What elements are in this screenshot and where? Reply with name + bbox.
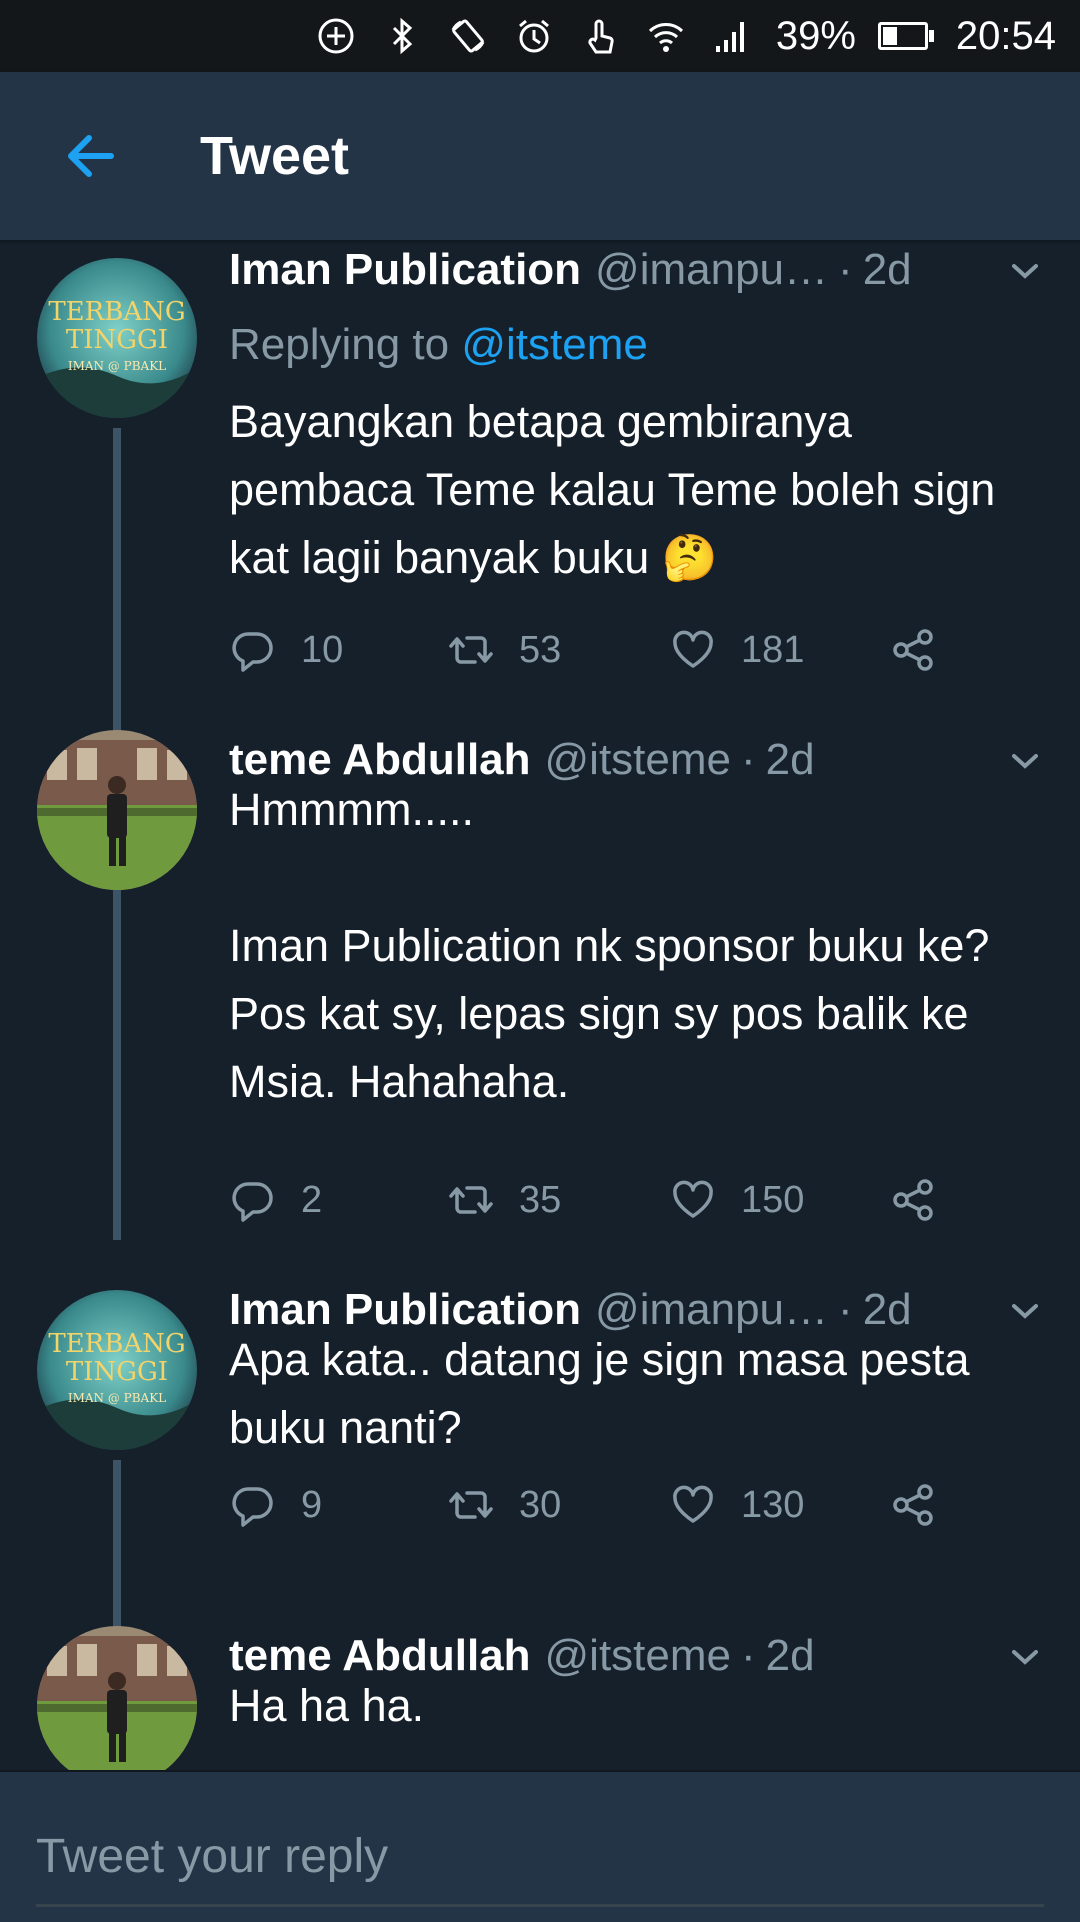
reply-icon xyxy=(232,1487,273,1527)
tweet-text: Ha ha ha. xyxy=(229,1680,425,1731)
reply-icon xyxy=(232,1182,273,1222)
like-button[interactable]: 150 xyxy=(669,1176,804,1224)
tweet-header: Iman Publication @imanpu… · 2d xyxy=(229,240,1020,300)
like-count: 181 xyxy=(741,628,805,671)
reply-button[interactable]: 9 xyxy=(229,1481,322,1529)
tweet-menu-button[interactable] xyxy=(1000,246,1050,296)
share-button[interactable] xyxy=(889,1481,937,1529)
like-button[interactable]: 130 xyxy=(669,1481,804,1529)
bluetooth-icon xyxy=(380,14,424,58)
retweet-button[interactable]: 30 xyxy=(447,1481,561,1529)
share-button[interactable] xyxy=(889,1176,937,1224)
rotate-icon xyxy=(446,14,490,58)
status-bar: 39% 20:54 xyxy=(0,0,1080,72)
share-icon xyxy=(893,629,933,671)
thread-connector xyxy=(113,428,121,976)
svg-text:IMAN @ PBAKL: IMAN @ PBAKL xyxy=(68,359,166,373)
tweet-actions: 9 30 130 xyxy=(229,1470,989,1540)
retweet-icon xyxy=(449,1491,493,1519)
tweet-text: Hmmmm..... Iman Publication nk sponsor b… xyxy=(229,784,990,1107)
reply-icon xyxy=(232,632,273,672)
touch-icon xyxy=(578,14,622,58)
svg-text:TINGGI: TINGGI xyxy=(66,325,168,355)
retweet-icon xyxy=(449,636,493,664)
svg-text:TERBANG: TERBANG xyxy=(48,297,185,327)
alarm-icon xyxy=(512,14,556,58)
author-handle[interactable]: @imanpu… xyxy=(595,245,828,295)
heart-icon xyxy=(673,630,713,668)
replying-label: Replying to xyxy=(229,320,462,369)
reply-count: 2 xyxy=(301,1178,323,1221)
chevron-down-icon xyxy=(1012,1650,1038,1665)
avatar-iman-publication[interactable]: TERBANG TINGGI IMAN @ PBAKL xyxy=(37,1290,197,1450)
avatar-teme-abdullah[interactable] xyxy=(37,1626,197,1770)
input-underline xyxy=(36,1904,1044,1907)
tweet-actions: 10 53 181 xyxy=(229,615,989,685)
author-name[interactable]: Iman Publication xyxy=(229,245,581,295)
tweet-text: Apa kata.. datang je sign masa pesta buk… xyxy=(229,1334,970,1453)
retweet-count: 35 xyxy=(519,1178,562,1221)
thread-connector xyxy=(113,900,121,1240)
avatar-iman-publication[interactable]: TERBANG TINGGI IMAN @ PBAKL xyxy=(37,258,197,418)
share-icon xyxy=(893,1179,933,1221)
svg-text:IMAN @ PBAKL: IMAN @ PBAKL xyxy=(68,1391,166,1405)
reply-input[interactable] xyxy=(36,1816,1044,1896)
app-header: Tweet xyxy=(0,72,1080,240)
retweet-count: 30 xyxy=(519,1483,562,1526)
tweet-actions: 2 35 150 xyxy=(229,1165,989,1235)
like-count: 130 xyxy=(741,1483,805,1526)
clock: 20:54 xyxy=(955,13,1056,58)
retweet-count: 53 xyxy=(519,628,562,671)
tweet-text: Bayangkan betapa gembiranya pembaca Teme… xyxy=(229,396,996,583)
battery-icon xyxy=(877,22,934,50)
share-button[interactable] xyxy=(889,626,937,674)
svg-text:TINGGI: TINGGI xyxy=(66,1357,168,1387)
arrow-left-icon xyxy=(68,135,114,177)
heart-icon xyxy=(673,1485,713,1523)
signal-icon xyxy=(710,14,754,58)
back-button[interactable] xyxy=(46,111,136,201)
share-icon xyxy=(893,1484,933,1526)
avatar-teme-abdullah[interactable] xyxy=(37,730,197,890)
add-circle-icon xyxy=(314,14,358,58)
svg-text:TERBANG: TERBANG xyxy=(48,1329,185,1359)
like-count: 150 xyxy=(741,1178,805,1221)
wifi-icon xyxy=(644,14,688,58)
chevron-down-icon xyxy=(1012,264,1038,279)
reply-button[interactable]: 2 xyxy=(229,1176,322,1224)
tweet-time: 2d xyxy=(862,245,912,294)
retweet-button[interactable]: 53 xyxy=(447,626,561,674)
reply-count: 10 xyxy=(301,628,344,671)
retweet-button[interactable]: 35 xyxy=(447,1176,561,1224)
battery-percent: 39% xyxy=(775,13,856,58)
reply-button[interactable]: 10 xyxy=(229,626,343,674)
chevron-down-icon xyxy=(1012,754,1038,769)
like-button[interactable]: 181 xyxy=(669,626,804,674)
reply-count: 9 xyxy=(301,1483,323,1526)
mention-link[interactable]: @itsteme xyxy=(461,320,647,369)
reply-bar xyxy=(0,1770,1080,1922)
replying-to: Replying to @itsteme xyxy=(229,320,648,370)
thread-connector xyxy=(113,1460,121,1630)
heart-icon xyxy=(673,1180,713,1218)
page-title: Tweet xyxy=(200,126,350,186)
chevron-down-icon xyxy=(1012,1304,1038,1319)
retweet-icon xyxy=(449,1186,493,1214)
separator-dot: · xyxy=(838,245,853,294)
tweet-thread[interactable]: TERBANG TINGGI IMAN @ PBAKL Iman Publica… xyxy=(0,240,1080,1770)
